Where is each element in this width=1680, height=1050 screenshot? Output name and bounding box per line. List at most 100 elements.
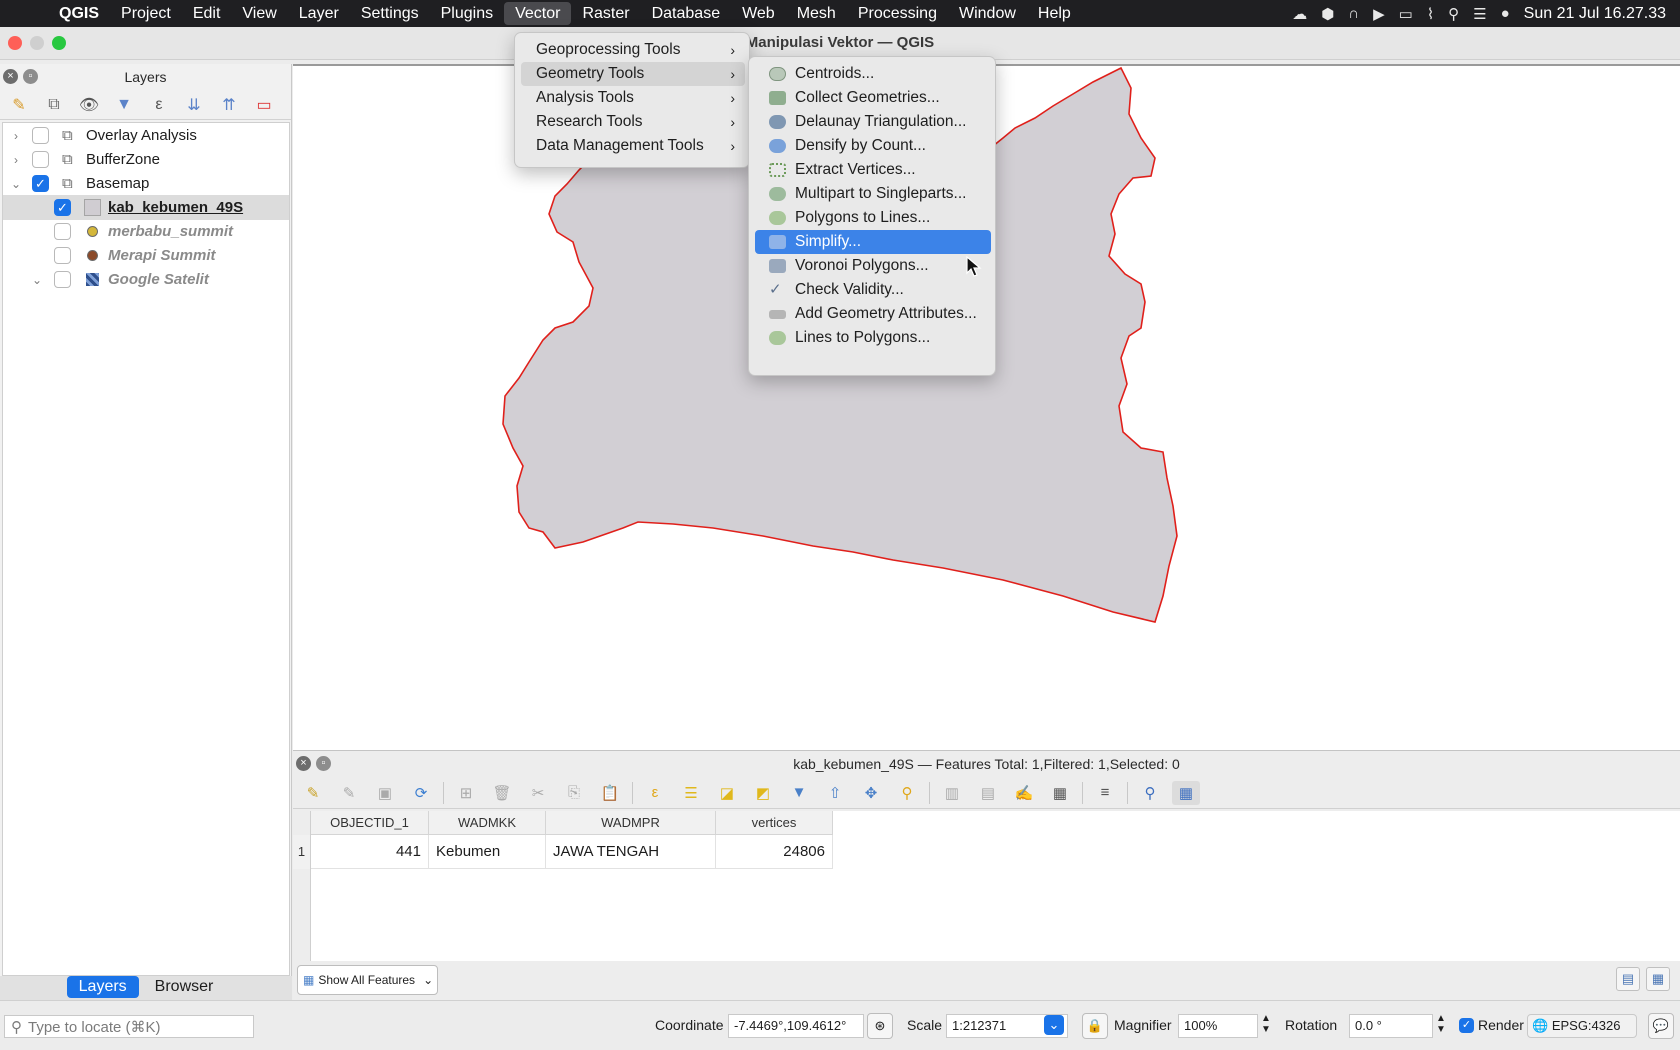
control-center-icon[interactable]: ☰: [1473, 5, 1486, 23]
menu-item-collect-geometries[interactable]: Collect Geometries...: [755, 86, 991, 110]
style-manager-icon[interactable]: ✎: [6, 93, 32, 117]
layer-checkbox[interactable]: [32, 127, 49, 144]
cloud-icon[interactable]: ☁: [1292, 5, 1307, 23]
layer-checkbox[interactable]: ✓: [32, 175, 49, 192]
select-by-expression-icon[interactable]: ε: [641, 781, 669, 805]
add-feature-icon[interactable]: ⊞: [452, 781, 480, 805]
menu-item-centroids[interactable]: Centroids...: [755, 62, 991, 86]
magnifier-field[interactable]: 100%: [1178, 1014, 1258, 1038]
show-all-features-dropdown[interactable]: ▦ Show All Features ⌄: [297, 965, 438, 995]
reload-icon[interactable]: ⟳: [407, 781, 435, 805]
lock-scale-icon[interactable]: 🔒: [1082, 1013, 1108, 1039]
wifi-off-icon[interactable]: ⌇: [1427, 5, 1434, 23]
menu-project[interactable]: Project: [110, 0, 182, 27]
panel-float-icon[interactable]: ▫: [23, 69, 38, 84]
headphones-icon[interactable]: ∩: [1348, 5, 1359, 22]
menu-item-polygons-to-lines[interactable]: Polygons to Lines...: [755, 206, 991, 230]
filter-legend-icon[interactable]: ▼: [111, 93, 137, 117]
table-cell[interactable]: 24806: [716, 835, 833, 869]
layer-checkbox[interactable]: [32, 151, 49, 168]
menu-item-densify[interactable]: Densify by Count...: [755, 134, 991, 158]
actions-icon[interactable]: ≡: [1091, 781, 1119, 805]
add-group-icon[interactable]: ⧉: [41, 93, 67, 117]
layer-checkbox[interactable]: ✓: [54, 199, 71, 216]
column-header[interactable]: vertices: [716, 811, 833, 835]
table-cell[interactable]: 441: [311, 835, 429, 869]
menu-item-multipart[interactable]: Multipart to Singleparts...: [755, 182, 991, 206]
panel-close-icon[interactable]: ×: [3, 69, 18, 84]
dock-toggle-icon[interactable]: ⚲: [1136, 781, 1164, 805]
menu-item-delaunay[interactable]: Delaunay Triangulation...: [755, 110, 991, 134]
menu-item-lines-to-polygons[interactable]: Lines to Polygons...: [755, 326, 991, 350]
rotation-stepper-icon[interactable]: ▲ ▼: [1436, 1013, 1446, 1035]
menu-processing[interactable]: Processing: [847, 0, 948, 27]
layer-row-merapi-summit[interactable]: Merapi Summit: [3, 243, 289, 268]
rotation-field[interactable]: 0.0 °: [1349, 1014, 1433, 1038]
form-view-button[interactable]: ▤: [1616, 967, 1640, 991]
new-field-icon[interactable]: ▥: [938, 781, 966, 805]
toggle-editing-icon[interactable]: ✎: [299, 781, 327, 805]
panel-close-icon[interactable]: ×: [296, 756, 311, 771]
menu-vector[interactable]: Vector: [504, 2, 572, 25]
play-icon[interactable]: ▶: [1373, 5, 1385, 23]
delete-feature-icon[interactable]: 🗑: [488, 781, 516, 805]
crs-button[interactable]: 🌐 EPSG:4326: [1527, 1014, 1637, 1038]
layer-checkbox[interactable]: [54, 247, 71, 264]
visibility-icon[interactable]: 👁: [76, 93, 102, 117]
menu-window[interactable]: Window: [948, 0, 1027, 27]
menu-plugins[interactable]: Plugins: [430, 0, 504, 27]
layer-row-overlay-analysis[interactable]: › ⧉ Overlay Analysis: [3, 123, 289, 148]
table-row[interactable]: 441 Kebumen JAWA TENGAH 24806: [311, 835, 833, 869]
row-number[interactable]: 1: [293, 835, 310, 869]
search-icon[interactable]: ⚲: [1448, 5, 1459, 23]
menubar-clock[interactable]: Sun 21 Jul 16.27.33: [1524, 5, 1666, 23]
expand-arrow-icon[interactable]: ›: [9, 129, 23, 143]
collapse-all-icon[interactable]: ⇈: [216, 93, 242, 117]
expand-all-icon[interactable]: ⇊: [181, 93, 207, 117]
menu-item-analysis-tools[interactable]: Analysis Tools ›: [521, 86, 745, 110]
layer-checkbox[interactable]: [54, 223, 71, 240]
menu-item-geometry-tools[interactable]: Geometry Tools ›: [521, 62, 745, 86]
table-cell[interactable]: Kebumen: [429, 835, 546, 869]
menu-edit[interactable]: Edit: [182, 0, 232, 27]
menu-item-check-validity[interactable]: ✓ Check Validity...: [755, 278, 991, 302]
menu-item-research-tools[interactable]: Research Tools ›: [521, 110, 745, 134]
scale-dropdown-icon[interactable]: ⌄: [1044, 1015, 1064, 1035]
menu-item-extract-vertices[interactable]: Extract Vertices...: [755, 158, 991, 182]
menu-item-simplify[interactable]: Simplify...: [755, 230, 991, 254]
menu-database[interactable]: Database: [641, 0, 732, 27]
cut-icon[interactable]: ✂: [524, 781, 552, 805]
menu-mesh[interactable]: Mesh: [786, 0, 847, 27]
multi-edit-icon[interactable]: ✎: [335, 781, 363, 805]
select-all-icon[interactable]: ☰: [677, 781, 705, 805]
layer-row-google-satelit[interactable]: ⌄ Google Satelit: [3, 267, 289, 292]
layer-row-basemap[interactable]: ⌄ ✓ ⧉ Basemap: [3, 171, 289, 196]
filter-select-icon[interactable]: ▼: [785, 781, 813, 805]
zoom-to-selected-icon[interactable]: ⚲: [893, 781, 921, 805]
menu-app-name[interactable]: QGIS: [48, 0, 110, 27]
menu-raster[interactable]: Raster: [571, 0, 640, 27]
coordinate-field[interactable]: -7.4469°,109.4612°: [728, 1014, 864, 1038]
layer-row-merbabu-summit[interactable]: merbabu_summit: [3, 219, 289, 244]
menu-item-geoprocessing-tools[interactable]: Geoprocessing Tools ›: [521, 38, 745, 62]
battery-icon[interactable]: ▭: [1399, 5, 1413, 23]
paste-icon[interactable]: 📋: [596, 781, 624, 805]
copy-icon[interactable]: ⎘: [560, 781, 588, 805]
column-header[interactable]: OBJECTID_1: [311, 811, 429, 835]
deselect-all-icon[interactable]: ◩: [749, 781, 777, 805]
tab-layers[interactable]: Layers: [66, 976, 139, 998]
menu-item-data-management-tools[interactable]: Data Management Tools ›: [521, 134, 745, 158]
layer-row-kab-kebumen[interactable]: ✓ kab_kebumen_49S: [3, 195, 289, 220]
shield-icon[interactable]: ⬢: [1321, 5, 1334, 23]
menu-item-add-geometry-attributes[interactable]: Add Geometry Attributes...: [755, 302, 991, 326]
conditional-formatting-icon[interactable]: ✍: [1010, 781, 1038, 805]
move-selection-top-icon[interactable]: ⇧: [821, 781, 849, 805]
table-view-icon[interactable]: ▦: [1172, 780, 1200, 805]
delete-field-icon[interactable]: ▤: [974, 781, 1002, 805]
menu-item-voronoi[interactable]: Voronoi Polygons...: [755, 254, 991, 278]
collapse-arrow-icon[interactable]: ⌄: [9, 177, 23, 191]
magnifier-stepper-icon[interactable]: ▲ ▼: [1261, 1013, 1271, 1035]
pan-to-selected-icon[interactable]: ✥: [857, 781, 885, 805]
table-cell[interactable]: JAWA TENGAH: [546, 835, 716, 869]
messages-icon[interactable]: 💬: [1648, 1013, 1674, 1039]
